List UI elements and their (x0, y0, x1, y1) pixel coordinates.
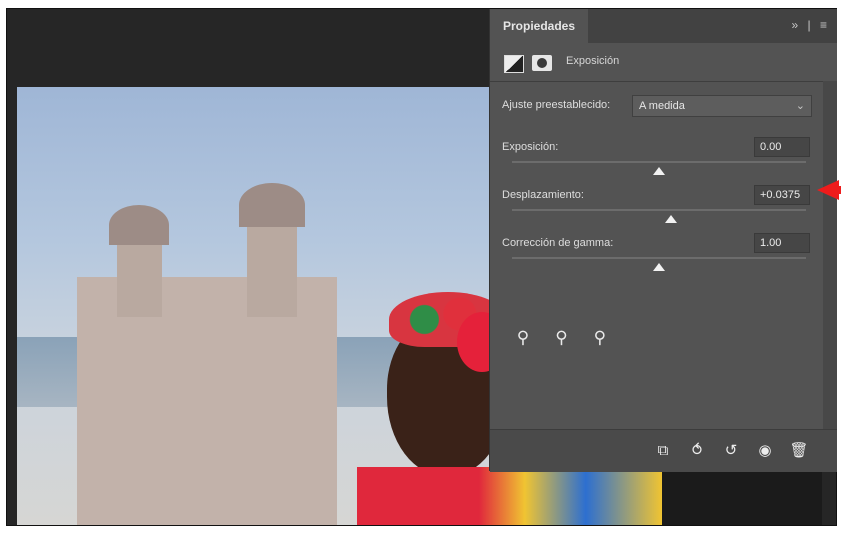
offset-input[interactable]: +0.0375 (754, 185, 810, 205)
eyedropper-gray-icon[interactable]: ⚲ (550, 327, 572, 349)
exposure-slider-thumb[interactable] (653, 167, 665, 175)
clip-to-layer-icon[interactable]: ⧉ (652, 440, 674, 462)
reset-icon[interactable]: ↺ (720, 440, 742, 462)
offset-slider-track[interactable] (512, 209, 806, 211)
canvas-dome-left (109, 205, 169, 245)
exposure-slider-track[interactable] (512, 161, 806, 163)
gamma-slider-thumb[interactable] (653, 263, 665, 271)
annotation-arrow-tail (836, 186, 841, 194)
gamma-slider-track[interactable] (512, 257, 806, 259)
chevron-down-icon: ⌄ (795, 100, 805, 112)
offset-label: Desplazamiento: (502, 189, 584, 201)
preset-dropdown[interactable]: A medida ⌄ (632, 95, 812, 117)
gamma-input[interactable]: 1.00 (754, 233, 810, 253)
gamma-label: Corrección de gamma: (502, 237, 614, 249)
exposure-adjustment-icon[interactable] (504, 55, 524, 73)
exposure-label: Exposición: (502, 141, 559, 153)
eyedropper-white-icon[interactable]: ⚲ (589, 327, 611, 349)
canvas-church (77, 277, 337, 525)
exposure-input[interactable]: 0.00 (754, 137, 810, 157)
layer-mask-icon[interactable] (532, 55, 552, 71)
collapse-panel-icon[interactable]: » (791, 18, 798, 32)
panel-scrollbar[interactable] (823, 81, 837, 429)
preset-row: Ajuste preestablecido: A medida ⌄ (490, 95, 837, 119)
canvas-dress (357, 467, 662, 525)
canvas-dome-right (239, 183, 305, 227)
panel-controls: » | ≡ (785, 18, 827, 32)
eyedropper-group: ⚲ ⚲ ⚲ (512, 327, 623, 349)
canvas-pasteboard (662, 471, 822, 525)
panel-menu-icon[interactable]: ≡ (820, 18, 827, 32)
exposure-slider-row: Exposición: 0.00 (490, 137, 837, 183)
offset-slider-row: Desplazamiento: +0.0375 (490, 185, 837, 231)
separator: | (807, 18, 811, 32)
preset-value: A medida (639, 100, 685, 112)
properties-panel: Propiedades » | ≡ Exposición Ajuste pree… (489, 9, 837, 472)
view-previous-state-icon[interactable]: ⥀ (686, 440, 708, 462)
photoshop-workspace: Propiedades » | ≡ Exposición Ajuste pree… (6, 8, 837, 526)
gamma-slider-row: Corrección de gamma: 1.00 (490, 233, 837, 279)
preset-label: Ajuste preestablecido: (502, 99, 611, 111)
panel-header: Propiedades » | ≡ (490, 9, 837, 43)
visibility-icon[interactable]: ◉ (754, 440, 776, 462)
panel-footer: ⧉ ⥀ ↺ ◉ 🗑 (490, 429, 837, 472)
offset-slider-thumb[interactable] (664, 215, 677, 223)
tab-properties[interactable]: Propiedades (490, 9, 588, 43)
adjustment-subheader: Exposición (490, 43, 837, 82)
adjustment-title: Exposición (566, 55, 620, 67)
delete-icon[interactable]: 🗑 (788, 440, 810, 462)
eyedropper-black-icon[interactable]: ⚲ (512, 327, 534, 349)
